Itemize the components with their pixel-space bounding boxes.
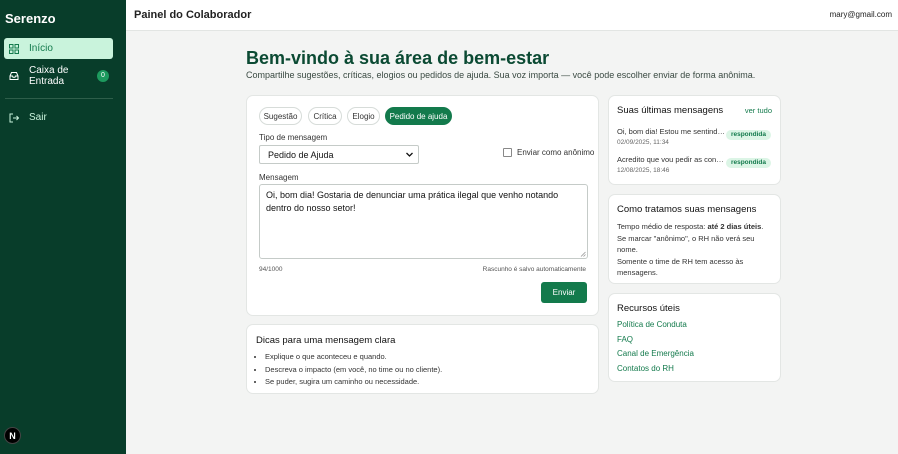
response-time-value: até 2 dias úteis bbox=[707, 222, 762, 231]
tip-item: Explique o que aconteceu e quando. bbox=[265, 351, 442, 364]
list-item[interactable]: Oi, bom dia! Estou me sentindo... 02/09/… bbox=[617, 127, 771, 151]
response-time-suffix: . bbox=[761, 222, 764, 231]
sidebar-item-inicio[interactable]: Início bbox=[4, 38, 113, 59]
message-preview: Acredito que vou pedir as contas... bbox=[617, 155, 725, 164]
message-label: Mensagem bbox=[259, 173, 299, 182]
message-type-value: Pedido de Ajuda bbox=[268, 149, 334, 160]
resource-link-politica[interactable]: Política de Conduta bbox=[617, 320, 687, 329]
sidebar-item-label: Início bbox=[29, 43, 53, 54]
message-text: Oi, bom dia! Gostaria de denunciar uma p… bbox=[266, 190, 559, 213]
dashboard-icon bbox=[9, 43, 19, 54]
top-bar: Painel do Colaborador mary@gmail.com bbox=[126, 0, 898, 31]
tab-critica[interactable]: Crítica bbox=[308, 107, 342, 125]
recent-messages-title: Suas últimas mensagens bbox=[617, 105, 724, 116]
anonymous-checkbox[interactable] bbox=[503, 148, 512, 157]
char-counter: 94/1000 bbox=[259, 266, 283, 273]
tip-item: Descreva o impacto (em você, no time ou … bbox=[265, 364, 442, 377]
anonymous-toggle[interactable]: Enviar como anônimo bbox=[503, 148, 594, 157]
resource-link-faq[interactable]: FAQ bbox=[617, 335, 633, 344]
see-all-link[interactable]: ver tudo bbox=[745, 106, 772, 115]
resource-link-emergencia[interactable]: Canal de Emergência bbox=[617, 349, 694, 358]
draft-note: Rascunho é salvo automaticamente bbox=[482, 266, 586, 273]
tips-card: Dicas para uma mensagem clara Explique o… bbox=[246, 324, 599, 394]
resource-link-contatos[interactable]: Contatos do RH bbox=[617, 364, 674, 373]
chevron-down-icon bbox=[406, 152, 413, 157]
message-type-select[interactable]: Pedido de Ajuda bbox=[259, 145, 419, 164]
inbox-count-badge: 0 bbox=[97, 69, 109, 82]
message-date: 12/08/2025, 18:46 bbox=[617, 167, 670, 174]
response-time-text: Tempo médio de resposta: até 2 dias útei… bbox=[617, 221, 773, 232]
page-title: Painel do Colaborador bbox=[134, 9, 252, 21]
anonymous-info-text: Se marcar "anônimo", o RH não verá seu n… bbox=[617, 234, 755, 254]
tab-elogio[interactable]: Elogio bbox=[347, 107, 380, 125]
response-time-prefix: Tempo médio de resposta: bbox=[617, 222, 708, 231]
logout-label: Sair bbox=[29, 112, 47, 123]
tips-title: Dicas para uma mensagem clara bbox=[256, 335, 396, 346]
message-type-label: Tipo de mensagem bbox=[259, 133, 328, 142]
message-textarea[interactable]: Oi, bom dia! Gostaria de denunciar uma p… bbox=[259, 184, 588, 259]
message-preview: Oi, bom dia! Estou me sentindo... bbox=[617, 127, 725, 136]
sidebar-item-label: Caixa de Entrada bbox=[29, 64, 69, 87]
tab-sugestao[interactable]: Sugestão bbox=[259, 107, 302, 125]
message-date: 02/09/2025, 11:34 bbox=[617, 139, 669, 146]
sidebar: Serenzo Início Caixa de Entrada 0 Sair N bbox=[0, 0, 126, 454]
user-email[interactable]: mary@gmail.com bbox=[830, 10, 892, 19]
tips-list: Explique o que aconteceu e quando. Descr… bbox=[265, 351, 442, 389]
recent-messages-card: Suas últimas mensagens ver tudo Oi, bom … bbox=[608, 95, 781, 185]
logout-button[interactable]: Sair bbox=[4, 107, 113, 128]
resources-card: Recursos úteis Política de Conduta FAQ C… bbox=[608, 293, 781, 382]
send-button[interactable]: Enviar bbox=[541, 282, 587, 303]
status-badge: respondida bbox=[725, 158, 771, 168]
resize-grip-icon[interactable] bbox=[580, 251, 586, 257]
status-badge: respondida bbox=[725, 130, 771, 140]
inbox-icon bbox=[9, 71, 19, 81]
handling-title: Como tratamos suas mensagens bbox=[617, 204, 757, 215]
tip-item: Se puder, sugira um caminho ou necessida… bbox=[265, 376, 442, 389]
anonymous-label: Enviar como anônimo bbox=[517, 148, 595, 157]
sidebar-divider bbox=[5, 98, 113, 99]
tab-pedido-de-ajuda[interactable]: Pedido de ajuda bbox=[385, 107, 452, 125]
brand-logo: Serenzo bbox=[5, 11, 56, 26]
welcome-title: Bem-vindo à sua área de bem-estar bbox=[246, 48, 550, 68]
logout-icon bbox=[9, 113, 19, 123]
resources-title: Recursos úteis bbox=[617, 303, 680, 314]
list-item[interactable]: Acredito que vou pedir as contas... 12/0… bbox=[617, 155, 771, 179]
access-info-text: Somente o time de RH tem acesso às mensa… bbox=[617, 257, 744, 277]
welcome-subtitle: Compartilhe sugestões, críticas, elogios… bbox=[246, 70, 756, 80]
sidebar-item-inbox[interactable]: Caixa de Entrada 0 bbox=[4, 64, 113, 87]
n-badge-button[interactable]: N bbox=[4, 427, 21, 444]
message-form-card: Sugestão Crítica Elogio Pedido de ajuda … bbox=[246, 95, 599, 316]
handling-info-card: Como tratamos suas mensagens Tempo médio… bbox=[608, 194, 781, 284]
